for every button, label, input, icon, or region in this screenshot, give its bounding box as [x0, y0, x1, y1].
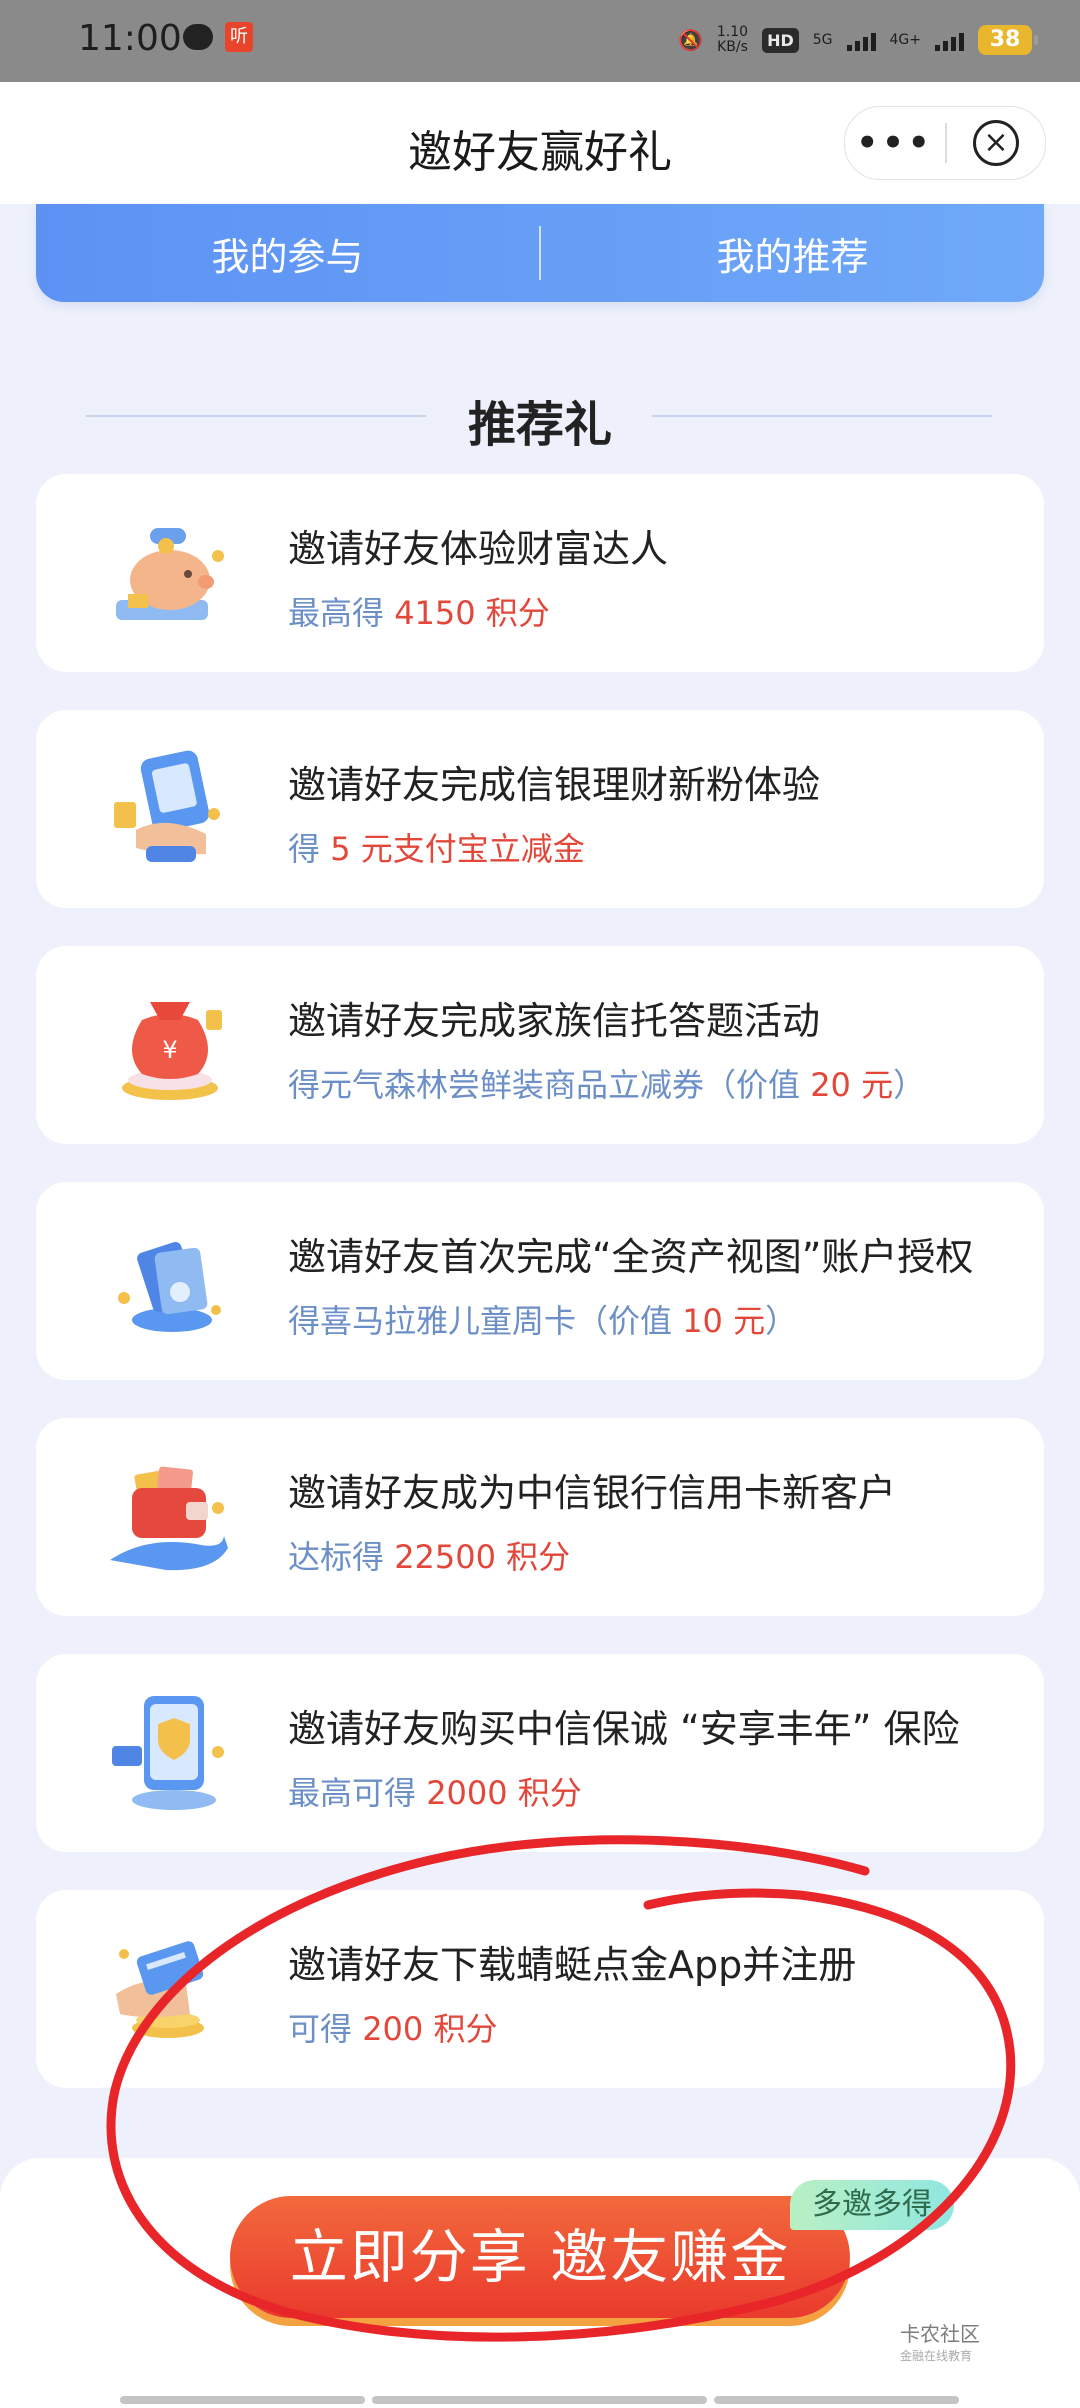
reward-card-insurance[interactable]: 邀请好友购买中信保诚 “安享丰年” 保险 最高可得 2000 积分 [36, 1654, 1044, 1852]
listen-app-icon: 听 [225, 22, 253, 52]
card-title: 邀请好友下载蜻蜓点金App并注册 [288, 1943, 857, 1987]
signal-bars-icon [935, 29, 964, 51]
share-invite-button[interactable]: 立即分享 邀友赚金 [230, 2196, 850, 2318]
card-title: 邀请好友完成信银理财新粉体验 [288, 763, 821, 807]
gesture-bar-segment [120, 2396, 365, 2404]
capsule-menu: ••• × [844, 106, 1046, 180]
signal-4g-label: 4G+ [889, 31, 922, 48]
hd-icon: HD [762, 27, 799, 53]
wallet-hand-icon [110, 1466, 228, 1571]
invite-more-badge: 多邀多得 [790, 2180, 954, 2230]
card-title: 邀请好友体验财富达人 [288, 527, 669, 571]
card-title: 邀请好友完成家族信托答题活动 [288, 999, 821, 1043]
tab-my-referrals[interactable]: 我的推荐 [541, 226, 1044, 281]
status-indicators: 🔕 1.10 KB/s HD 5G 4G+ 38 [677, 20, 1038, 60]
battery-icon: 38 [978, 25, 1038, 55]
more-options-button[interactable]: ••• [845, 107, 945, 179]
phone-shield-icon [112, 1696, 224, 1810]
reward-card-credit-card[interactable]: 邀请好友成为中信银行信用卡新客户 达标得 22500 积分 [36, 1418, 1044, 1616]
tab-my-participation[interactable]: 我的参与 [36, 226, 539, 281]
mini-program-header: 邀好友赢好礼 ••• × [0, 82, 1080, 204]
svg-text:¥: ¥ [162, 1036, 177, 1064]
network-speed: 1.10 KB/s [716, 24, 749, 55]
chat-bubble-icon [183, 24, 213, 50]
watermark: 卡农社区 金融在线教育 [900, 2322, 980, 2363]
status-time: 11:00 [78, 18, 182, 59]
reward-card-app-download[interactable]: 邀请好友下载蜻蜓点金App并注册 可得 200 积分 [36, 1890, 1044, 2088]
card-reward: 最高可得 2000 积分 [288, 1774, 582, 1812]
piggy-bank-icon [116, 528, 224, 620]
close-circle-icon: × [973, 120, 1019, 166]
section-title: 推荐礼 [467, 397, 612, 453]
mute-bell-icon: 🔕 [677, 28, 703, 52]
card-reward: 可得 200 积分 [288, 2010, 498, 2048]
status-bar: 11:00 听 🔕 1.10 KB/s HD 5G 4G+ 38 [0, 0, 1080, 82]
reward-card-wealth-management[interactable]: 邀请好友完成信银理财新粉体验 得 5 元支付宝立减金 [36, 710, 1044, 908]
close-button[interactable]: × [947, 120, 1045, 166]
card-reward: 得元气森林尝鲜装商品立减券（价值 20 元） [288, 1066, 926, 1104]
reward-card-asset-view[interactable]: 邀请好友首次完成“全资产视图”账户授权 得喜马拉雅儿童周卡（价值 10 元） [36, 1182, 1044, 1380]
card-reward: 最高得 4150 积分 [288, 594, 550, 632]
tab-bar: 我的参与 我的推荐 [36, 204, 1044, 302]
reward-card-family-trust[interactable]: ¥ 邀请好友完成家族信托答题活动 得元气森林尝鲜装商品立减券（价值 20 元） [36, 946, 1044, 1144]
signal-5g-label: 5G [812, 31, 833, 48]
money-bag-icon: ¥ [122, 1002, 222, 1100]
gesture-bar-segment [714, 2396, 959, 2404]
section-divider-right [652, 415, 992, 417]
card-coins-icon [116, 1941, 204, 2038]
calculator-hand-icon [114, 750, 220, 862]
card-title: 邀请好友成为中信银行信用卡新客户 [288, 1471, 897, 1515]
signal-bars-icon [846, 29, 876, 51]
card-reward: 得 5 元支付宝立减金 [288, 830, 585, 868]
card-reward: 得喜马拉雅儿童周卡（价值 10 元） [288, 1302, 798, 1340]
card-reward: 达标得 22500 积分 [288, 1538, 571, 1576]
card-title: 邀请好友首次完成“全资产视图”账户授权 [288, 1235, 974, 1279]
cards-icon [118, 1241, 221, 1332]
reward-card-wealth[interactable]: 邀请好友体验财富达人 最高得 4150 积分 [36, 474, 1044, 672]
gesture-bar-segment [372, 2396, 707, 2404]
card-title: 邀请好友购买中信保诚 “安享丰年” 保险 [288, 1707, 960, 1751]
